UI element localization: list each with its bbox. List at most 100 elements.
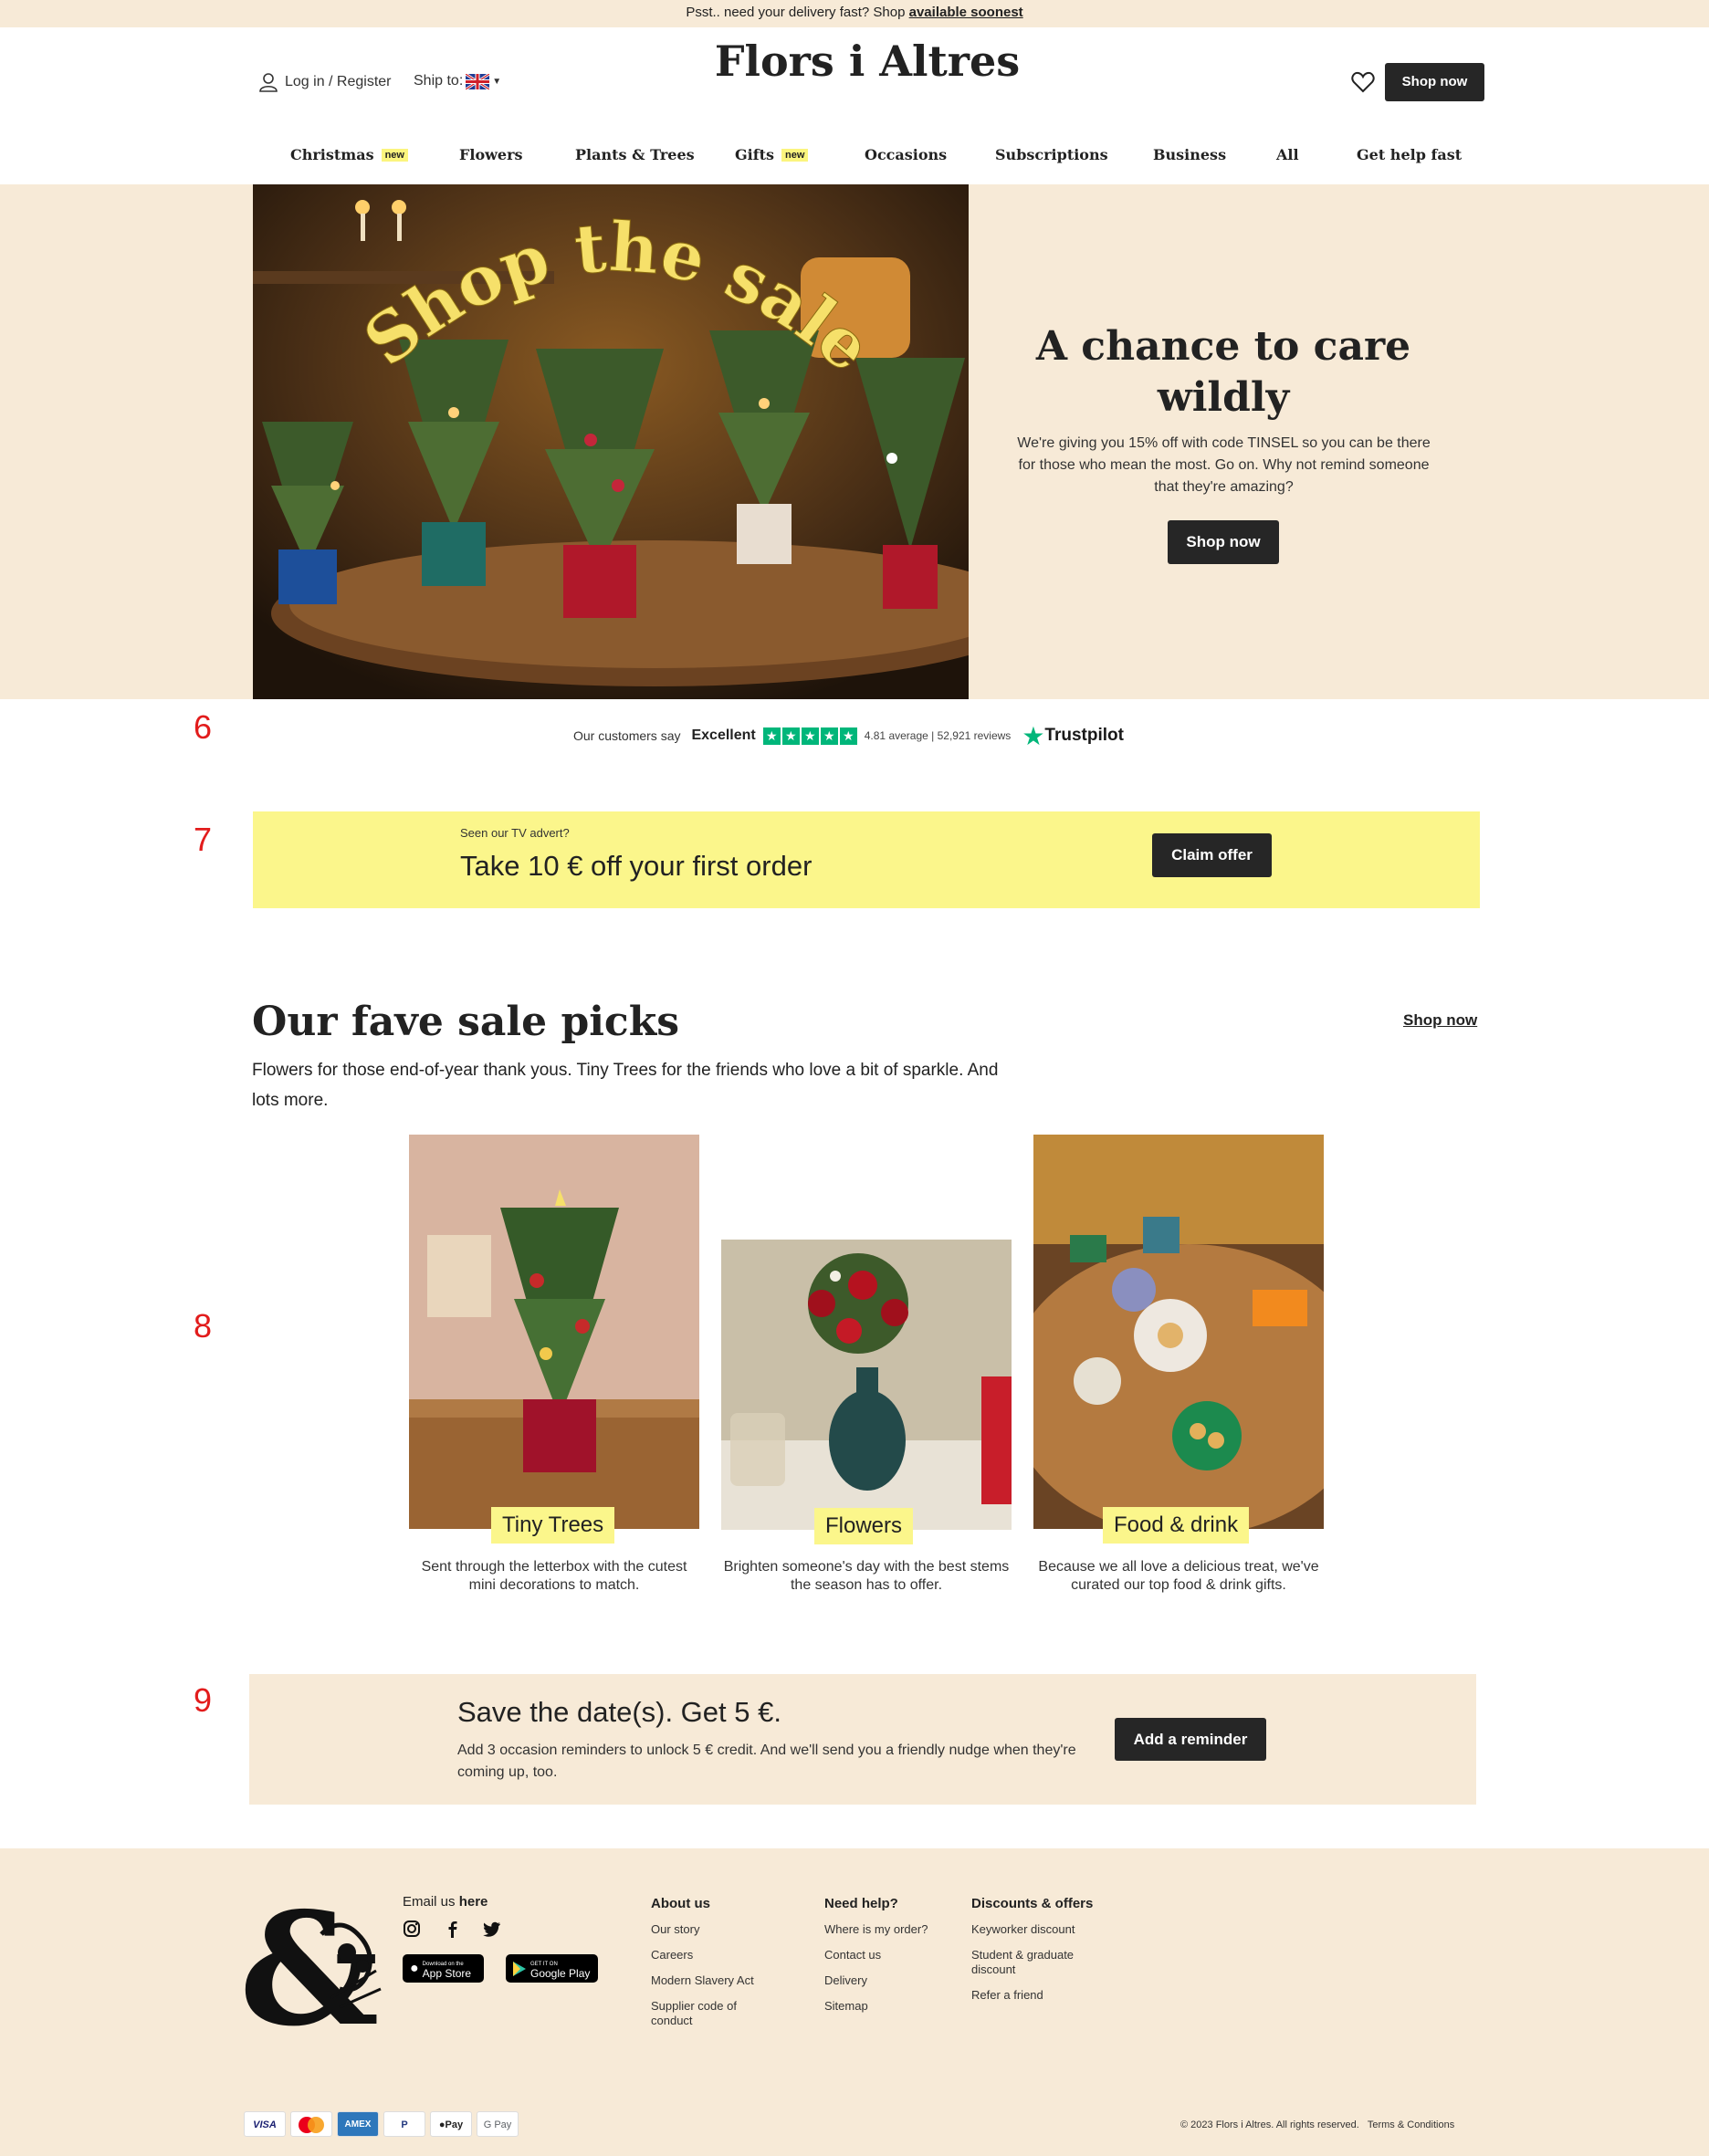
nav-christmas[interactable]: Christmas new xyxy=(290,146,408,163)
tiny-trees-desc: Sent through the letterbox with the cute… xyxy=(421,1559,687,1593)
user-icon xyxy=(259,73,278,92)
app-store-badge[interactable]: ● Download on the App Store xyxy=(403,1954,484,1983)
footer-link-supplier-code[interactable]: Supplier code of conduct xyxy=(651,1999,760,2028)
facebook-icon[interactable] xyxy=(443,1920,461,1938)
discounts-title: Discounts & offers xyxy=(971,1896,1094,1911)
copyright-text: © 2023 Flors i Altres. All rights reserv… xyxy=(1180,2119,1359,2130)
flowers-label[interactable]: Flowers xyxy=(814,1508,914,1544)
offer-headline: Take 10 € off your first order xyxy=(460,850,813,882)
footer-link-contact[interactable]: Contact us xyxy=(824,1948,952,1962)
google-play-badge[interactable]: GET IT ON Google Play xyxy=(506,1954,598,1983)
nav-gifts[interactable]: Gifts new xyxy=(735,146,809,163)
hero-banner: Shop the sale A chance to care wildly We… xyxy=(0,184,1709,699)
nav-occasions[interactable]: Occasions xyxy=(865,146,947,163)
heart-icon[interactable] xyxy=(1351,71,1375,93)
terms-link[interactable]: Terms & Conditions xyxy=(1368,2119,1454,2130)
apple-icon: ● xyxy=(410,1960,419,1976)
login-link[interactable]: Log in / Register xyxy=(257,71,392,93)
trustpilot-prefix: Our customers say xyxy=(573,728,681,743)
section-marker-9: 9 xyxy=(193,1681,213,1719)
uk-flag-icon xyxy=(466,73,490,89)
brand-logo[interactable]: Flors i Altres xyxy=(639,37,1096,86)
food-drink-card-image[interactable] xyxy=(1033,1135,1324,1529)
star-icon: ★ xyxy=(839,727,857,745)
apple-pay-glyph: ● xyxy=(438,2119,446,2130)
trustpilot-stars: ★ ★ ★ ★ ★ xyxy=(762,727,857,745)
trustpilot-stats: 4.81 average | 52,921 reviews xyxy=(864,729,1012,742)
footer-link-sitemap[interactable]: Sitemap xyxy=(824,1999,952,2014)
trustpilot-star-icon: ★ xyxy=(1022,721,1045,750)
announcement-bar: Psst.. need your delivery fast? Shop ava… xyxy=(0,0,1709,27)
tiny-trees-card-image[interactable] xyxy=(409,1135,699,1529)
trustpilot-rating-word: Excellent xyxy=(691,727,756,743)
apple-pay-text: Pay xyxy=(445,2119,464,2130)
nav-all[interactable]: All xyxy=(1276,146,1299,163)
food-drink-desc: Because we all love a delicious treat, w… xyxy=(1038,1559,1319,1593)
footer-link-delivery[interactable]: Delivery xyxy=(824,1973,952,1988)
flower-vase-illustration xyxy=(721,1240,1012,1530)
footer-link-student[interactable]: Student & graduate discount xyxy=(971,1948,1095,1977)
food-drink-label[interactable]: Food & drink xyxy=(1103,1507,1250,1544)
visa-icon: VISA xyxy=(244,2111,286,2137)
food-drink-illustration xyxy=(1033,1135,1324,1529)
picks-shop-now-link[interactable]: Shop now xyxy=(1403,1011,1477,1030)
announcement-text: Psst.. need your delivery fast? Shop xyxy=(686,5,906,20)
nav-flowers[interactable]: Flowers xyxy=(459,146,523,163)
trustpilot-widget[interactable]: Our customers say Excellent ★ ★ ★ ★ ★ 4.… xyxy=(573,721,1124,750)
nav-get-help-fast[interactable]: Get help fast xyxy=(1357,146,1462,163)
star-icon: ★ xyxy=(801,727,819,745)
footer-link-our-story[interactable]: Our story xyxy=(651,1922,779,1937)
nav-plants-trees[interactable]: Plants & Trees xyxy=(575,146,695,163)
add-reminder-button[interactable]: Add a reminder xyxy=(1115,1718,1266,1761)
footer-column-discounts: Discounts & offers Keyworker discount St… xyxy=(971,1896,1108,2014)
instagram-icon[interactable] xyxy=(403,1920,421,1938)
star-icon: ★ xyxy=(781,727,800,745)
hero-shop-now-button[interactable]: Shop now xyxy=(1168,520,1279,564)
footer-link-where-order[interactable]: Where is my order? xyxy=(824,1922,952,1937)
twitter-icon[interactable] xyxy=(483,1920,501,1938)
footer-link-modern-slavery[interactable]: Modern Slavery Act xyxy=(651,1973,779,1988)
christmas-trees-illustration: Shop the sale xyxy=(253,184,969,699)
ship-to-label: Ship to: xyxy=(414,73,464,89)
tiny-trees-label[interactable]: Tiny Trees xyxy=(491,1507,615,1544)
nav-gifts-badge: new xyxy=(781,149,809,162)
social-icons xyxy=(403,1920,501,1938)
amex-icon: AMEX xyxy=(337,2111,379,2137)
ship-to-selector[interactable]: Ship to: ▼ xyxy=(414,73,501,89)
nav-christmas-badge: new xyxy=(381,149,408,162)
hero-title: A chance to care wildly xyxy=(1035,323,1411,421)
reminder-banner: Save the date(s). Get 5 €. Add 3 occasio… xyxy=(249,1674,1476,1805)
login-label: Log in / Register xyxy=(285,74,392,89)
flowers-desc: Brighten someone's day with the best ste… xyxy=(723,1559,1010,1593)
email-here-link[interactable]: here xyxy=(459,1894,488,1910)
google-play-icon xyxy=(513,1961,526,1976)
section-marker-8: 8 xyxy=(193,1307,213,1345)
payment-methods: VISA AMEX P ●Pay G Pay xyxy=(244,2111,523,2137)
offer-kicker: Seen our TV advert? xyxy=(460,826,570,840)
google-play-text: Google Play xyxy=(530,1966,591,1980)
hero-image[interactable]: Shop the sale xyxy=(253,184,969,699)
footer-link-keyworker[interactable]: Keyworker discount xyxy=(971,1922,1108,1937)
mastercard-icon xyxy=(290,2111,332,2137)
nav-christmas-label: Christmas xyxy=(290,146,374,163)
flowers-card-image[interactable] xyxy=(721,1240,1012,1530)
chevron-down-icon: ▼ xyxy=(492,76,502,87)
footer-column-help: Need help? Where is my order? Contact us… xyxy=(824,1896,952,2025)
footer-link-refer[interactable]: Refer a friend xyxy=(971,1988,1108,2003)
site-header: Log in / Register Ship to: ▼ Flors i Alt… xyxy=(0,27,1709,184)
nav-business[interactable]: Business xyxy=(1153,146,1226,163)
picks-intro: Flowers for those end-of-year thank yous… xyxy=(252,1061,999,1110)
header-shop-now-button[interactable]: Shop now xyxy=(1385,63,1484,101)
star-icon: ★ xyxy=(820,727,838,745)
tiny-tree-illustration xyxy=(409,1135,699,1529)
app-store-text: App Store xyxy=(422,1966,472,1980)
available-soonest-link[interactable]: available soonest xyxy=(909,5,1023,20)
claim-offer-button[interactable]: Claim offer xyxy=(1152,833,1272,877)
footer-link-careers[interactable]: Careers xyxy=(651,1948,779,1962)
about-us-title: About us xyxy=(651,1896,710,1911)
picks-title: Our fave sale picks xyxy=(252,999,679,1045)
ampersand-logo-icon: & xyxy=(239,1898,382,2035)
nav-subscriptions[interactable]: Subscriptions xyxy=(995,146,1108,163)
site-footer: & Email us here ● Download on the App St… xyxy=(0,1848,1709,2156)
footer-column-about: About us Our story Careers Modern Slaver… xyxy=(651,1896,779,2039)
